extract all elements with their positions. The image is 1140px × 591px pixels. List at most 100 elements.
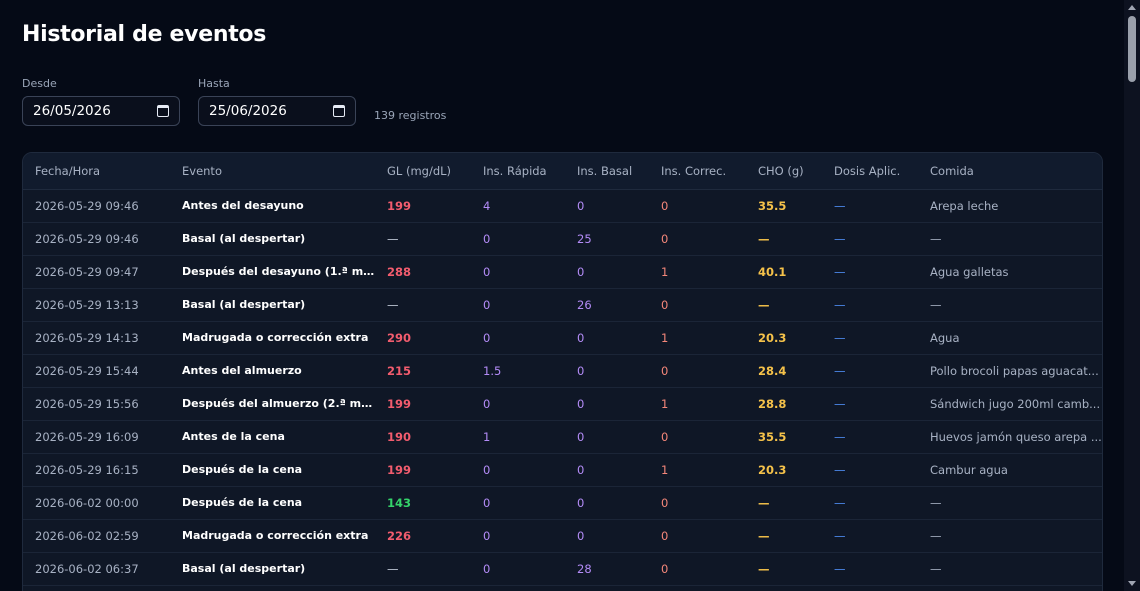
cell-rapid-insulin: 0	[471, 486, 565, 520]
cell-correction-insulin: 0	[649, 354, 746, 388]
cell-dose-applied: —	[822, 222, 918, 256]
table-row[interactable]: 2026-05-29 09:46 Antes del desayuno 199 4 0 0…	[23, 189, 1102, 223]
scroll-up-icon[interactable]	[1128, 5, 1136, 10]
cell-correction-insulin: 0	[649, 189, 746, 223]
cell-correction-insulin: 0	[649, 552, 746, 586]
cell-event: Madrugada o corrección extra	[170, 321, 375, 355]
scrollbar[interactable]	[1124, 0, 1140, 591]
cell-glucose: —	[375, 288, 471, 322]
cell-carbs: 40.1	[746, 255, 822, 289]
table-row[interactable]: 2026-06-02 02:59 Madrugada o corrección e…	[23, 519, 1102, 553]
cell-basal-insulin: 0	[565, 519, 649, 553]
header-ins-basal: Ins. Basal	[565, 153, 649, 190]
header-cho: CHO (g)	[746, 153, 822, 190]
cell-rapid-insulin: 1.5	[471, 354, 565, 388]
cell-food: Pollo brocoli papas aguacat...	[918, 354, 1102, 388]
calendar-icon[interactable]	[157, 105, 169, 117]
cell-rapid-insulin: 0	[471, 519, 565, 553]
cell-carbs: —	[746, 552, 822, 586]
cell-basal-insulin: 0	[565, 189, 649, 223]
cell-basal-insulin: 26	[565, 288, 649, 322]
cell-carbs: —	[746, 222, 822, 256]
cell-correction-insulin: 1	[649, 387, 746, 421]
cell-correction-insulin: 0	[649, 288, 746, 322]
cell-basal-insulin: 0	[565, 354, 649, 388]
cell-rapid-insulin: 0	[471, 222, 565, 256]
scroll-down-icon[interactable]	[1128, 581, 1136, 586]
cell-rapid-insulin: 0	[471, 288, 565, 322]
table-row[interactable]: 2026-05-29 09:46 Basal (al despertar) —0 25…	[23, 222, 1102, 256]
cell-rapid-insulin: 0	[471, 321, 565, 355]
to-date-value: 25/06/2026	[209, 103, 287, 119]
cell-basal-insulin: 0	[565, 321, 649, 355]
cell-food: —	[918, 288, 1102, 322]
header-evento: Evento	[170, 153, 375, 190]
cell-glucose: 199	[375, 453, 471, 487]
cell-correction-insulin: 1	[649, 255, 746, 289]
cell-carbs: —	[746, 519, 822, 553]
cell-event: Basal (al despertar)	[170, 222, 375, 256]
cell-food: Arepa leche	[918, 189, 1102, 223]
record-count: 139 registros	[374, 109, 447, 122]
cell-carbs: —	[746, 288, 822, 322]
cell-rapid-insulin: 1	[471, 420, 565, 454]
cell-event: Antes del almuerzo	[170, 354, 375, 388]
table-row[interactable]: 2026-05-29 16:09 Antes de la cena 190 1 0 0 35…	[23, 420, 1102, 454]
cell-datetime: 2026-05-29 09:47	[23, 255, 170, 289]
cell-glucose: 190	[375, 420, 471, 454]
page-title: Historial de eventos	[22, 22, 267, 47]
table-row[interactable]: 2026-06-02 00:00 Después de la cena 143 0 0 0…	[23, 486, 1102, 520]
calendar-icon[interactable]	[333, 105, 345, 117]
cell-glucose: 288	[375, 255, 471, 289]
from-date-input[interactable]: 26/05/2026	[22, 96, 180, 126]
cell-event: Basal (al despertar)	[170, 288, 375, 322]
cell-event: Basal (al despertar)	[170, 552, 375, 586]
cell-carbs: 20.3	[746, 321, 822, 355]
cell-glucose: 143	[375, 486, 471, 520]
cell-event: Después del almuerzo (2.ª merie...	[170, 387, 375, 421]
scroll-thumb[interactable]	[1128, 16, 1136, 82]
cell-event: Madrugada o corrección extra	[170, 519, 375, 553]
header-gl: GL (mg/dL)	[375, 153, 471, 190]
cell-basal-insulin: 28	[565, 552, 649, 586]
cell-basal-insulin: 0	[565, 486, 649, 520]
cell-event: Después de la cena	[170, 486, 375, 520]
cell-event: Después de la cena	[170, 453, 375, 487]
header-dosis-aplic: Dosis Aplic.	[822, 153, 918, 190]
header-ins-rapida: Ins. Rápida	[471, 153, 565, 190]
cell-correction-insulin: 0	[649, 222, 746, 256]
cell-correction-insulin: 1	[649, 321, 746, 355]
to-date-input[interactable]: 25/06/2026	[198, 96, 356, 126]
cell-datetime: 2026-05-29 16:09	[23, 420, 170, 454]
cell-datetime: 2026-05-29 13:13	[23, 288, 170, 322]
cell-correction-insulin: 0	[649, 519, 746, 553]
table-row[interactable]: 2026-05-29 15:44 Antes del almuerzo 215 1.5…	[23, 354, 1102, 388]
table-row[interactable]: 2026-05-29 15:56 Después del almuerzo (2.…	[23, 387, 1102, 421]
cell-dose-applied: —	[822, 354, 918, 388]
table-row[interactable]: 2026-05-29 09:47 Después del desayuno (1.…	[23, 255, 1102, 289]
table-row[interactable]: 2026-05-29 13:13 Basal (al despertar) —0 26…	[23, 288, 1102, 322]
cell-dose-applied: —	[822, 321, 918, 355]
cell-food: —	[918, 222, 1102, 256]
cell-rapid-insulin: 0	[471, 255, 565, 289]
table-row[interactable]: 2026-05-29 16:15 Después de la cena 199 0 0 1…	[23, 453, 1102, 487]
cell-basal-insulin: 0	[565, 420, 649, 454]
cell-rapid-insulin: 0	[471, 453, 565, 487]
header-comida: Comida	[918, 153, 1102, 190]
to-label: Hasta	[198, 77, 230, 90]
page: Historial de eventos Desde 26/05/2026 Ha…	[0, 0, 1124, 591]
cell-datetime: 2026-06-02 00:00	[23, 486, 170, 520]
cell-rapid-insulin: 4	[471, 189, 565, 223]
table-row[interactable]: 2026-05-29 14:13 Madrugada o corrección e…	[23, 321, 1102, 355]
cell-rapid-insulin: 0	[471, 552, 565, 586]
cell-datetime: 2026-05-29 15:56	[23, 387, 170, 421]
cell-datetime: 2026-06-02 02:59	[23, 519, 170, 553]
cell-dose-applied: —	[822, 420, 918, 454]
cell-dose-applied: —	[822, 189, 918, 223]
cell-glucose: 290	[375, 321, 471, 355]
cell-correction-insulin: 1	[649, 453, 746, 487]
cell-glucose: 215	[375, 354, 471, 388]
table-row[interactable]: 2026-06-02 06:37 Basal (al despertar) —0 28…	[23, 552, 1102, 586]
table-body: 2026-05-29 09:46 Antes del desayuno 199 4 0 0…	[23, 189, 1102, 586]
cell-event: Después del desayuno (1.ª merie...	[170, 255, 375, 289]
